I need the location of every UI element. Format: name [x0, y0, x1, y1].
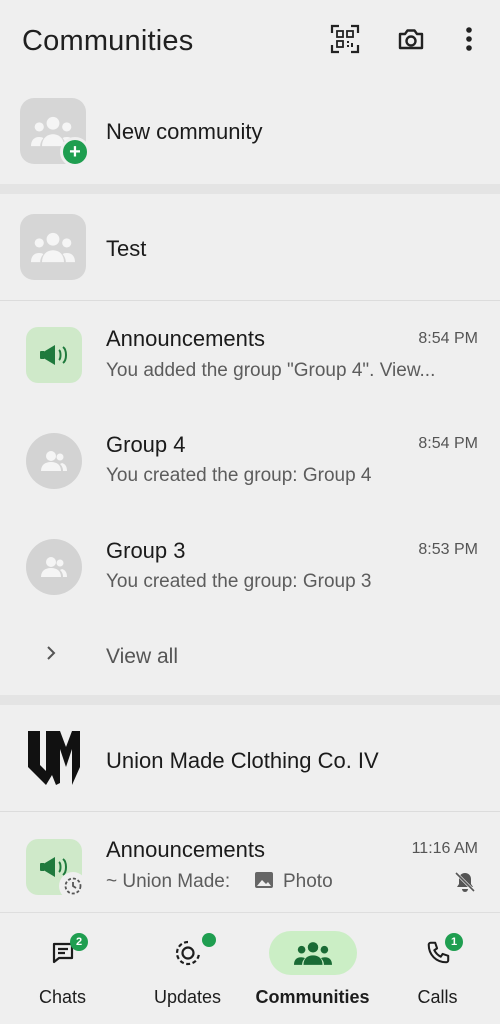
section-divider	[0, 695, 500, 705]
phone-icon	[394, 931, 482, 975]
chat-time: 11:16 AM	[411, 840, 478, 857]
list-item[interactable]: Group 4 8:54 PM You created the group: G…	[0, 407, 500, 513]
nav-label: Updates	[153, 987, 222, 1007]
list-item[interactable]: Announcements 11:16 AM ~ Union Made: Pho…	[0, 812, 500, 912]
chats-icon	[19, 931, 107, 975]
nav-communities[interactable]: Communities	[250, 913, 375, 1024]
view-all-row[interactable]: View all	[0, 619, 500, 695]
view-all-label: View all	[106, 645, 178, 668]
list-item[interactable]: Announcements 8:54 PM You added the grou…	[0, 301, 500, 407]
more-vert-icon[interactable]	[453, 23, 485, 55]
community-header-test[interactable]: Test	[0, 194, 500, 300]
nav-label: Calls	[417, 987, 458, 1007]
chats-unread-badge: 2	[70, 933, 88, 951]
list-item[interactable]: Group 3 8:53 PM You created the group: G…	[0, 513, 500, 619]
community-header-union-made[interactable]: Union Made Clothing Co. IV	[0, 705, 500, 811]
nav-updates[interactable]: Updates	[125, 913, 250, 1024]
updates-icon	[144, 931, 232, 975]
community-name: Union Made Clothing Co. IV	[106, 748, 379, 773]
megaphone-icon	[26, 327, 82, 383]
chat-title: Group 4	[106, 432, 186, 457]
new-community-row[interactable]: New community	[0, 82, 500, 184]
chat-time: 8:54 PM	[418, 435, 478, 452]
communities-icon	[268, 931, 357, 975]
chat-preview: You created the group: Group 4	[106, 465, 372, 486]
nav-label: Communities	[255, 987, 370, 1007]
chat-title: Announcements	[106, 326, 265, 351]
disappearing-timer-icon	[59, 872, 87, 900]
qr-scan-icon[interactable]	[329, 23, 361, 55]
calls-missed-badge: 1	[445, 933, 463, 951]
chat-title: Announcements	[106, 837, 265, 862]
new-community-label: New community	[106, 119, 263, 144]
group-avatar-icon	[26, 539, 82, 595]
nav-label: Chats	[38, 987, 87, 1007]
plus-icon: +	[60, 137, 90, 167]
chat-time: 8:54 PM	[418, 330, 478, 347]
community-logo	[24, 727, 84, 789]
chat-preview-sender: ~ Union Made:	[106, 871, 231, 892]
group-avatar-icon	[26, 433, 82, 489]
chevron-right-icon	[44, 644, 58, 667]
chat-preview-media: Photo	[283, 871, 333, 892]
chat-preview: You created the group: Group 3	[106, 571, 372, 592]
nav-calls[interactable]: 1 Calls	[375, 913, 500, 1024]
section-divider	[0, 184, 500, 194]
muted-bell-icon	[454, 871, 476, 898]
chat-preview: You added the group "Group 4". View...	[106, 360, 436, 381]
camera-icon[interactable]	[395, 23, 427, 55]
community-avatar-icon	[20, 214, 86, 280]
photo-icon	[254, 870, 274, 895]
bottom-nav: 2 Chats Updates Communities 1 Calls	[0, 912, 500, 1024]
chat-title: Group 3	[106, 538, 186, 563]
nav-chats[interactable]: 2 Chats	[0, 913, 125, 1024]
chat-time: 8:53 PM	[418, 541, 478, 558]
community-name: Test	[106, 236, 147, 261]
page-title: Communities	[22, 24, 194, 57]
updates-dot-badge	[202, 933, 216, 947]
